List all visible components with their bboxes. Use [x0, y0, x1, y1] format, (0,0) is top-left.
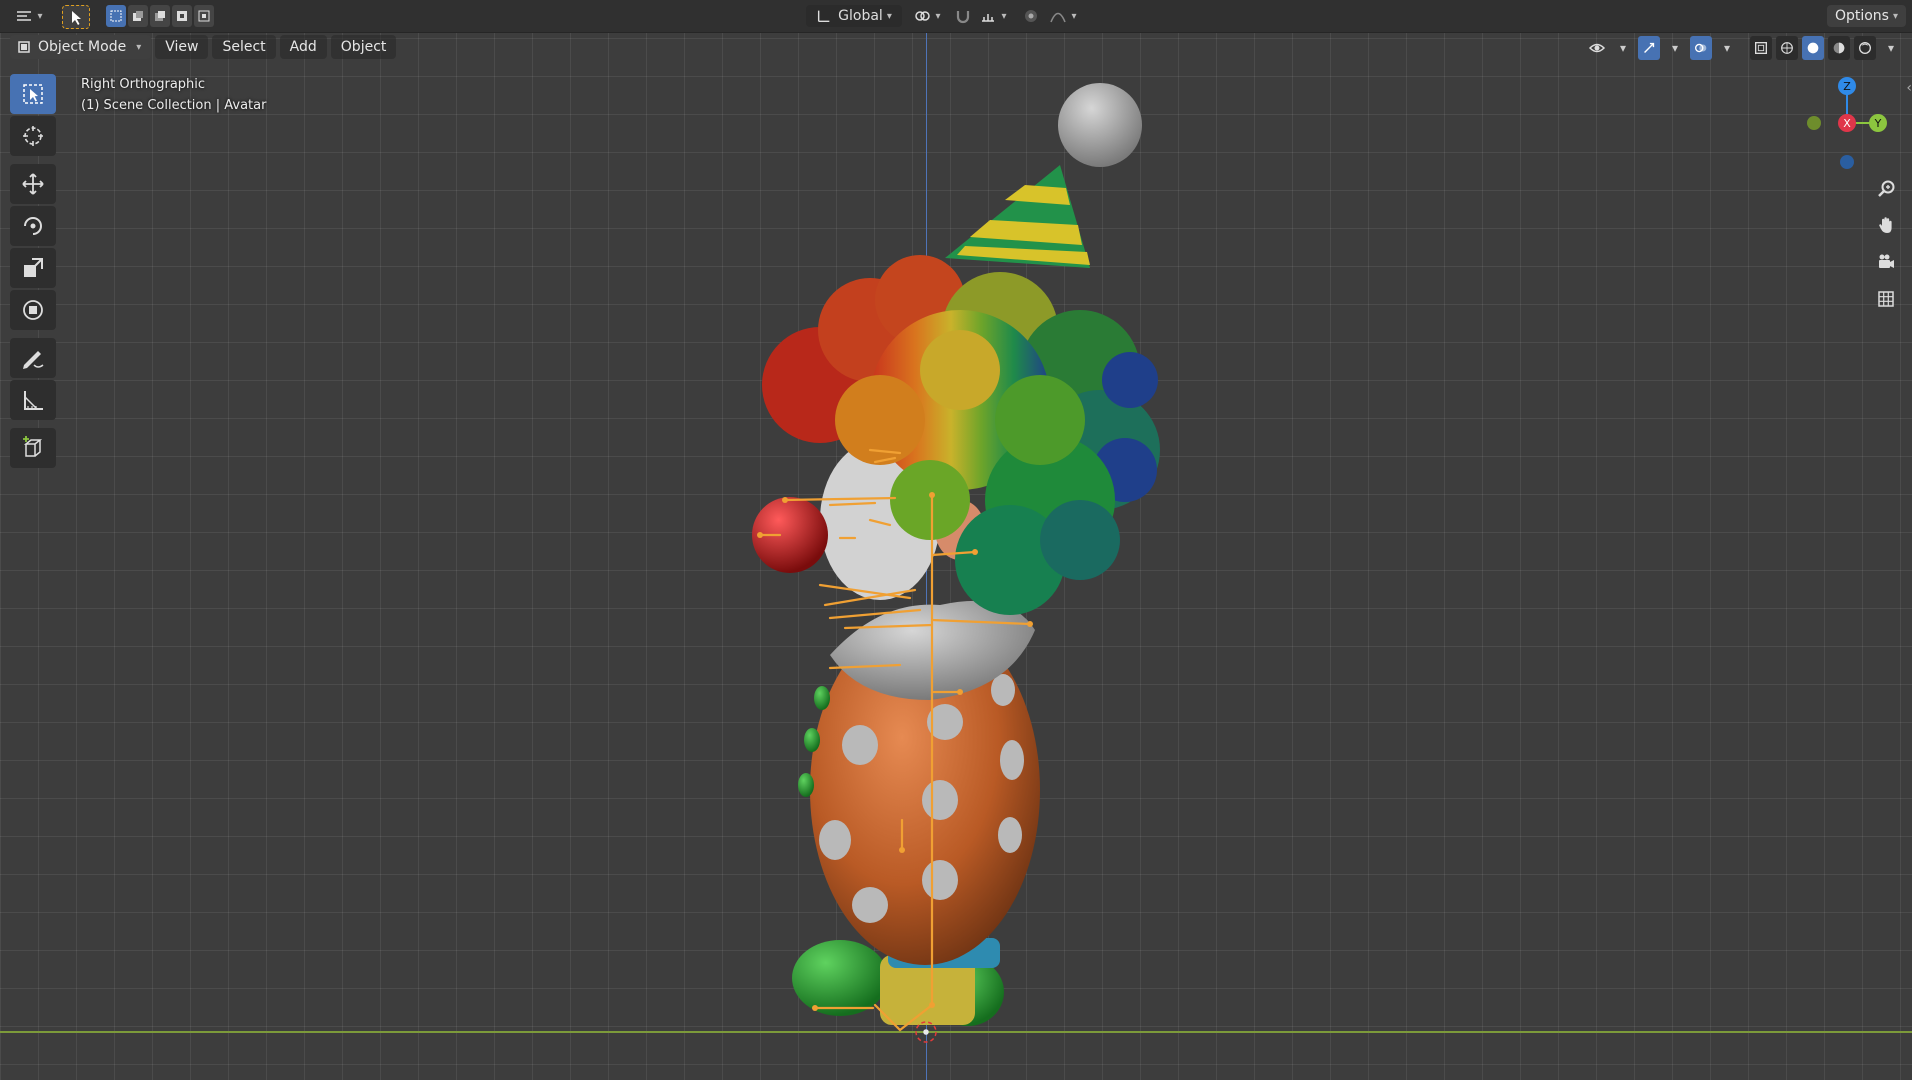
hand-pan-icon: [1879, 217, 1892, 233]
gizmo-y-label: Y: [1874, 117, 1882, 130]
pivot-icon: [915, 11, 931, 21]
tool-rotate[interactable]: [10, 206, 56, 246]
chevron-down-icon: ▾: [886, 10, 892, 22]
options-dropdown[interactable]: Options ▾: [1826, 5, 1906, 27]
mode-label: Object Mode: [38, 39, 127, 55]
solid-shading-icon[interactable]: [1802, 36, 1824, 60]
viewport-display-controls: ▾ ▾ ▾ ▾: [1586, 36, 1902, 60]
tool-annotate[interactable]: [10, 338, 56, 378]
pivot-point-dropdown[interactable]: ▾: [910, 5, 944, 27]
chevron-down-icon[interactable]: ▾: [1880, 36, 1902, 60]
3d-cursor-icon: [23, 126, 43, 146]
perspective-toggle-button[interactable]: [1870, 283, 1902, 315]
grid-icon: [1878, 291, 1894, 307]
tool-scale[interactable]: [10, 248, 56, 288]
wireframe-shading-icon[interactable]: [1776, 36, 1798, 60]
falloff-curve-icon: [1050, 12, 1067, 23]
snap-increment-icon: [982, 14, 995, 22]
magnet-icon: [956, 11, 970, 24]
material-shading-icon[interactable]: [1828, 36, 1850, 60]
tool-add-cube[interactable]: [10, 428, 56, 468]
zoom-magnifier-icon: [1878, 180, 1895, 197]
pan-button[interactable]: [1870, 209, 1902, 241]
chevron-down-icon: ▾: [1071, 10, 1077, 22]
orientation-label: Global: [838, 8, 883, 24]
mode-dropdown[interactable]: Object Mode ▾: [10, 35, 152, 59]
visibility-eye-icon[interactable]: [1586, 36, 1608, 60]
viewport-header: ▾ Global ▾ ▾ ▾ ▾ Options ▾: [0, 0, 1912, 33]
annotate-pencil-icon: [23, 351, 44, 369]
transform-icon: [23, 300, 43, 320]
select-tool-button[interactable]: [62, 5, 90, 29]
xray-toggle-icon[interactable]: [1750, 36, 1772, 60]
chevron-down-icon: ▾: [136, 41, 142, 53]
select-new-icon[interactable]: [106, 5, 126, 27]
menu-view[interactable]: View: [155, 35, 209, 59]
transform-orientation-dropdown[interactable]: Global ▾: [806, 5, 902, 27]
navigation-gizmo[interactable]: Z Y X: [1792, 72, 1902, 182]
scene-collection-text: (1) Scene Collection | Avatar: [81, 98, 267, 113]
orientation-icon: [818, 10, 830, 23]
snap-toggle[interactable]: [952, 5, 974, 27]
chevron-down-icon: ▾: [935, 10, 941, 22]
menu-add[interactable]: Add: [279, 35, 327, 59]
options-label: Options: [1834, 8, 1889, 24]
select-intersect-icon[interactable]: [194, 5, 214, 27]
viewport-menu-bar: Object Mode ▾ View Select Add Object: [10, 34, 397, 60]
editor-type-menu[interactable]: ▾: [12, 5, 46, 27]
select-invert-icon[interactable]: [172, 5, 192, 27]
proportional-edit-toggle[interactable]: [1020, 5, 1042, 27]
chevron-down-icon: ▾: [1001, 10, 1007, 22]
proportional-edit-icon: [1025, 10, 1037, 22]
cursor-arrow-icon: [72, 11, 81, 25]
tool-cursor[interactable]: [10, 116, 56, 156]
chevron-down-icon: ▾: [37, 10, 43, 22]
snap-target-dropdown[interactable]: ▾: [976, 5, 1010, 27]
chevron-down-icon: ▾: [1892, 10, 1898, 22]
menu-select[interactable]: Select: [212, 35, 276, 59]
chevron-down-icon[interactable]: ▾: [1716, 36, 1738, 60]
move-icon: [22, 173, 44, 195]
rendered-shading-icon[interactable]: [1854, 36, 1876, 60]
3d-viewport[interactable]: ▾ Global ▾ ▾ ▾ ▾ Options ▾ Object Mode ▾…: [0, 0, 1912, 1080]
gizmo-x-label: X: [1843, 117, 1851, 130]
tool-transform[interactable]: [10, 290, 56, 330]
falloff-dropdown[interactable]: ▾: [1046, 5, 1080, 27]
tool-measure[interactable]: [10, 380, 56, 420]
chevron-down-icon[interactable]: ▾: [1664, 36, 1686, 60]
gizmo-toggle-icon[interactable]: [1638, 36, 1660, 60]
select-extend-icon[interactable]: [128, 5, 148, 27]
tool-select-box[interactable]: [10, 74, 56, 114]
editor-type-icon: [17, 11, 32, 21]
selection-mode-group: [106, 5, 214, 27]
add-cube-icon: [23, 436, 43, 457]
measure-ruler-icon: [24, 391, 43, 410]
gizmo-z-label: Z: [1843, 80, 1851, 93]
camera-view-button[interactable]: [1870, 246, 1902, 278]
rotate-icon: [24, 217, 42, 235]
tool-move[interactable]: [10, 164, 56, 204]
toolbar: [10, 74, 60, 470]
camera-icon: [1879, 254, 1894, 268]
select-box-icon: [23, 84, 43, 104]
clown-model[interactable]: [0, 0, 1912, 1080]
chevron-down-icon[interactable]: ▾: [1612, 36, 1634, 60]
view-name-text: Right Orthographic: [81, 77, 206, 92]
scale-icon: [24, 258, 43, 277]
menu-object[interactable]: Object: [330, 35, 397, 59]
select-subtract-icon[interactable]: [150, 5, 170, 27]
viewport-info-overlay: Right Orthographic (1) Scene Collection …: [81, 74, 266, 116]
overlays-toggle-icon[interactable]: [1690, 36, 1712, 60]
zoom-button[interactable]: [1870, 173, 1902, 205]
sidebar-collapse-icon[interactable]: ‹: [1906, 80, 1912, 96]
object-mode-icon: [18, 41, 30, 53]
